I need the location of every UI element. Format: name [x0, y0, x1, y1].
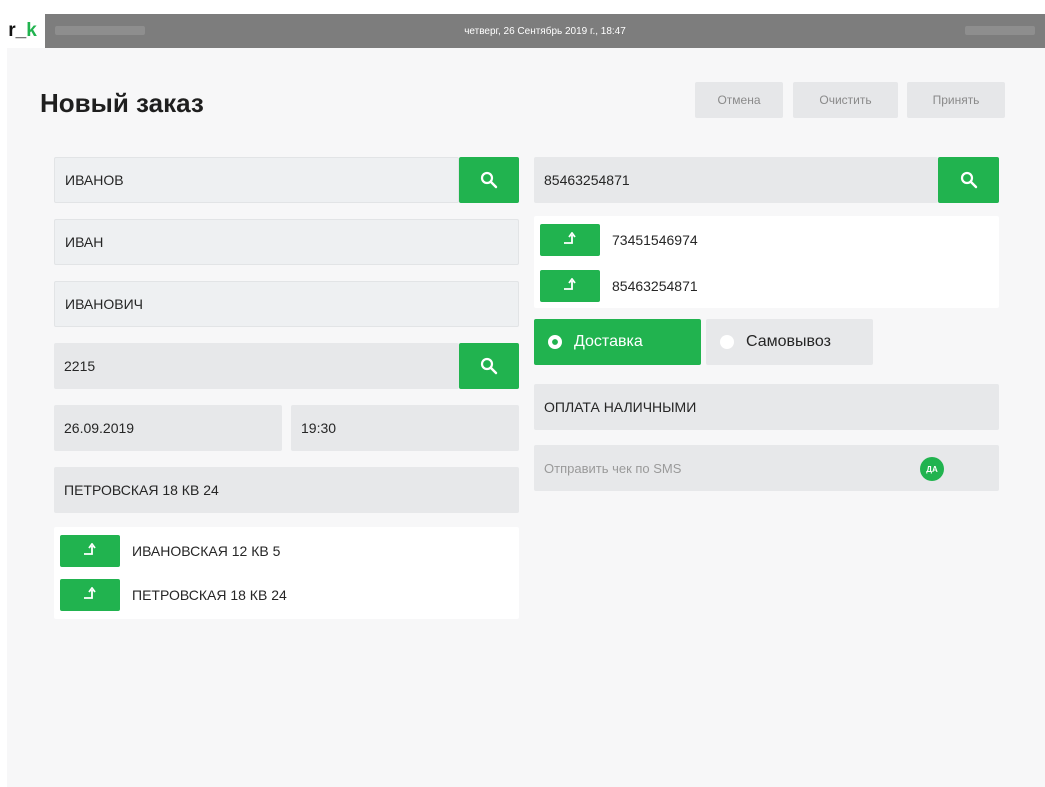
arrow-turn-up-icon: [83, 542, 97, 560]
blurred-left-info: [55, 26, 145, 35]
select-address-button[interactable]: [60, 579, 120, 611]
arrow-turn-up-icon: [83, 586, 97, 604]
select-phone-button[interactable]: [540, 224, 600, 256]
search-icon: [960, 171, 978, 189]
last-name-search-button[interactable]: [459, 157, 519, 203]
delivery-label: Доставка: [574, 333, 643, 350]
list-item[interactable]: ИВАНОВСКАЯ 12 КВ 5: [60, 535, 280, 567]
phone-suggestions: 73451546974 85463254871: [534, 216, 999, 308]
phone-suggestion-text: 73451546974: [612, 232, 698, 248]
address-field[interactable]: ПЕТРОВСКАЯ 18 КВ 24: [54, 467, 519, 513]
accept-button[interactable]: Принять: [907, 82, 1005, 118]
cancel-button[interactable]: Отмена: [695, 82, 783, 118]
page-title: Новый заказ: [40, 88, 204, 118]
date-field[interactable]: 26.09.2019: [54, 405, 282, 451]
pickup-label: Самовывоз: [746, 333, 831, 350]
arrow-turn-up-icon: [563, 231, 577, 249]
datetime-label: четверг, 26 Сентябрь 2019 г., 18:47: [464, 25, 626, 37]
select-phone-button[interactable]: [540, 270, 600, 302]
radio-selected-icon: [548, 335, 562, 349]
last-name-field[interactable]: ИВАНОВ: [54, 157, 459, 203]
top-bar: r_ k четверг, 26 Сентябрь 2019 г., 18:47: [0, 14, 1045, 48]
phone-field[interactable]: 85463254871: [534, 157, 938, 203]
sms-toggle-button[interactable]: ДА: [920, 457, 944, 481]
list-item[interactable]: 85463254871: [540, 270, 698, 302]
status-bar: четверг, 26 Сентябрь 2019 г., 18:47: [45, 14, 1045, 48]
app-logo: r_ k: [0, 14, 45, 48]
logo-prefix: r_: [8, 20, 27, 41]
search-icon: [480, 357, 498, 375]
middle-name-field[interactable]: ИВАНОВИЧ: [54, 281, 519, 327]
address-suggestion-text: ИВАНОВСКАЯ 12 КВ 5: [132, 543, 281, 559]
address-suggestion-text: ПЕТРОВСКАЯ 18 КВ 24: [132, 587, 287, 603]
list-item[interactable]: 73451546974: [540, 224, 698, 256]
arrow-turn-up-icon: [563, 277, 577, 295]
search-icon: [480, 171, 498, 189]
radio-unselected-icon: [720, 335, 734, 349]
list-item[interactable]: ПЕТРОВСКАЯ 18 КВ 24: [60, 579, 287, 611]
code-search-button[interactable]: [459, 343, 519, 389]
phone-suggestion-text: 85463254871: [612, 278, 698, 294]
delivery-option[interactable]: Доставка: [534, 319, 701, 365]
payment-method-field[interactable]: ОПЛАТА НАЛИЧНЫМИ: [534, 384, 999, 430]
time-field[interactable]: 19:30: [291, 405, 519, 451]
clear-button[interactable]: Очистить: [793, 82, 898, 118]
pickup-option[interactable]: Самовывоз: [706, 319, 873, 365]
phone-search-button[interactable]: [938, 157, 999, 203]
address-suggestions: ИВАНОВСКАЯ 12 КВ 5 ПЕТРОВСКАЯ 18 КВ 24: [54, 527, 519, 619]
first-name-field[interactable]: ИВАН: [54, 219, 519, 265]
logo-accent: k: [26, 20, 37, 41]
code-field[interactable]: 2215: [54, 343, 459, 389]
blurred-right-info: [965, 26, 1035, 35]
select-address-button[interactable]: [60, 535, 120, 567]
